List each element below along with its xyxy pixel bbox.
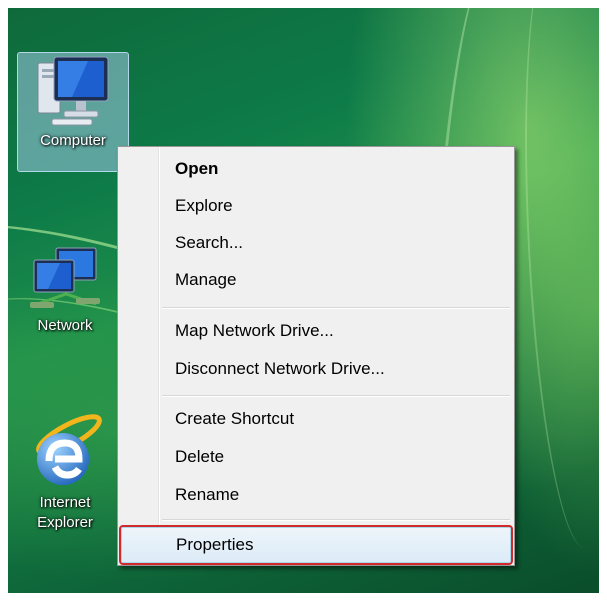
menu-item-create-shortcut[interactable]: Create Shortcut: [121, 401, 511, 437]
menu-separator: [162, 307, 510, 309]
desktop-icon-label: Computer: [40, 132, 106, 149]
menu-item-delete[interactable]: Delete: [121, 439, 511, 475]
menu-item-open[interactable]: Open: [121, 151, 511, 187]
desktop-icon-internet-explorer[interactable]: Internet Explorer: [10, 413, 120, 563]
wallpaper-streak: [512, 8, 599, 550]
desktop-icon-label-line1: Internet: [39, 494, 91, 511]
internet-explorer-icon: [36, 414, 102, 485]
desktop-icon-label-line2: Explorer: [37, 514, 93, 531]
menu-item-search[interactable]: Search...: [121, 225, 511, 261]
menu-item-explore[interactable]: Explore: [121, 188, 511, 224]
menu-item-manage[interactable]: Manage: [121, 262, 511, 298]
menu-separator: [162, 395, 510, 397]
desktop-icon-network[interactable]: Network: [10, 246, 120, 346]
menu-separator: [162, 519, 510, 521]
computer-icon: [37, 56, 109, 126]
menu-item-rename[interactable]: Rename: [121, 477, 511, 513]
menu-item-disconnect-network-drive[interactable]: Disconnect Network Drive...: [121, 351, 511, 387]
network-icon: [30, 247, 100, 308]
context-menu: Open Explore Search... Manage Map Networ…: [117, 146, 515, 566]
desktop-icon-label: Network: [37, 317, 93, 334]
menu-item-properties[interactable]: Properties: [119, 525, 513, 565]
menu-item-map-network-drive[interactable]: Map Network Drive...: [121, 313, 511, 349]
desktop-icon-computer[interactable]: Computer: [17, 52, 129, 172]
